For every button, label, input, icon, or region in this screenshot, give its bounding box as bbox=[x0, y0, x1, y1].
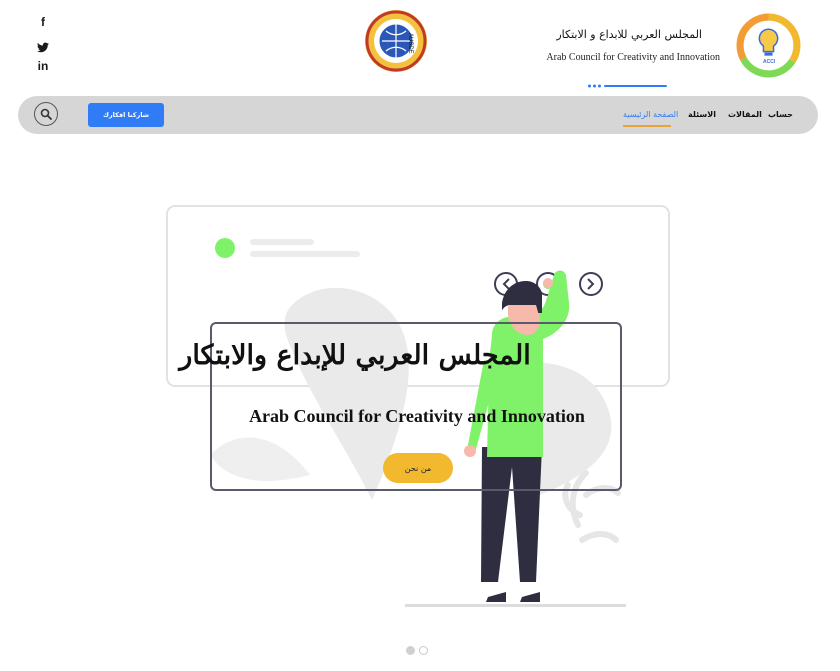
linkedin-icon[interactable]: in bbox=[36, 59, 50, 73]
brand-underline bbox=[588, 73, 668, 88]
brand-name-english: Arab Council for Creativity and Innovati… bbox=[546, 52, 720, 63]
carousel-dot-2[interactable] bbox=[419, 646, 428, 655]
brand-logo-text: ACCI bbox=[763, 59, 776, 65]
brand-logo[interactable]: ACCI bbox=[736, 13, 801, 82]
facebook-icon[interactable]: f bbox=[36, 15, 50, 29]
share-ideas-button[interactable]: شاركنا افكارك bbox=[88, 103, 164, 127]
nav-item-home[interactable]: الصفحة الرئيسية bbox=[623, 110, 678, 119]
nav-item-questions[interactable]: الاسئلة bbox=[688, 110, 716, 119]
carousel-dot-1[interactable] bbox=[406, 646, 415, 655]
hero-title: المجلس العربي للإبداع والابتكار bbox=[179, 340, 531, 371]
hero-subtitle: Arab Council for Creativity and Innovati… bbox=[249, 406, 585, 426]
nav-item-account[interactable]: حساب bbox=[768, 110, 793, 119]
brand-name-arabic: المجلس العربي للابداع و الابتكار bbox=[556, 28, 702, 41]
about-us-button[interactable]: من نحن bbox=[383, 453, 453, 483]
nav-item-articles[interactable]: المقالات bbox=[728, 110, 762, 119]
nav-active-underline bbox=[623, 125, 671, 127]
search-icon bbox=[40, 108, 52, 120]
partner-logo: AUSDE bbox=[364, 9, 428, 77]
twitter-icon[interactable] bbox=[37, 38, 49, 57]
search-button[interactable] bbox=[34, 102, 58, 126]
partner-logo-text: AUSDE bbox=[407, 33, 413, 54]
